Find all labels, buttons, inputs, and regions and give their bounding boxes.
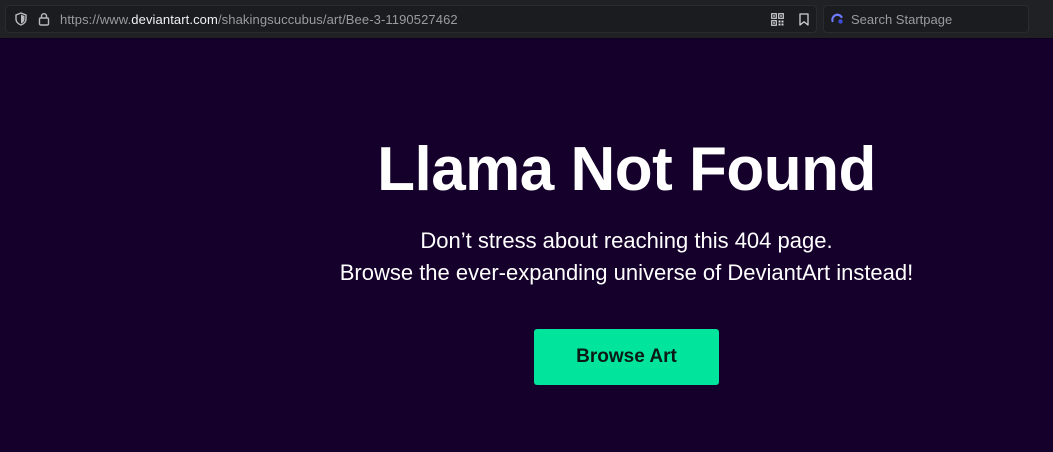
- browser-toolbar: https://www.deviantart.com/shakingsuccub…: [0, 0, 1053, 38]
- error-page: Llama Not Found Don’t stress about reach…: [0, 39, 1053, 452]
- search-engine-icon: [830, 12, 844, 26]
- lock-icon[interactable]: [37, 12, 51, 26]
- message-line-2: Browse the ever-expanding universe of De…: [339, 260, 914, 285]
- message-line-1: Don’t stress about reaching this 404 pag…: [420, 228, 833, 253]
- page-title: Llama Not Found: [377, 135, 876, 204]
- url-text[interactable]: https://www.deviantart.com/shakingsuccub…: [60, 12, 458, 27]
- url-path: /shakingsuccubus/art/Bee-3-1190527462: [217, 12, 458, 27]
- qr-code-icon[interactable]: [770, 12, 784, 26]
- search-input[interactable]: Search Startpage: [851, 12, 952, 27]
- url-domain: deviantart.com: [131, 12, 218, 27]
- search-bar[interactable]: Search Startpage: [823, 5, 1029, 33]
- url-prefix: https://www.: [60, 12, 132, 27]
- browse-art-button[interactable]: Browse Art: [534, 329, 719, 385]
- shield-icon[interactable]: [14, 12, 28, 26]
- address-bar[interactable]: https://www.deviantart.com/shakingsuccub…: [5, 5, 817, 33]
- bookmark-icon[interactable]: [797, 12, 811, 26]
